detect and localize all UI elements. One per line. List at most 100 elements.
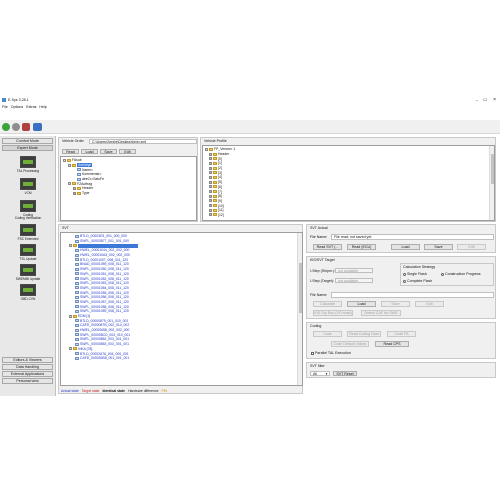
coding-label: Coding <box>310 324 322 328</box>
vo-edit-button[interactable]: Edit <box>119 149 136 154</box>
svt-label: SVT <box>62 226 69 230</box>
code-fa-button[interactable]: Code FA <box>387 331 416 337</box>
vo-read-button[interactable]: Read <box>62 149 79 154</box>
vehicle-profile-scroll-thumb[interactable] <box>490 154 494 184</box>
svt-tree[interactable]: BTLD_00003D3_001_000_000 SWFL_00003877_00… <box>60 232 303 386</box>
expand-icon[interactable]: + <box>209 199 212 203</box>
kis-dry-run-button[interactable]: KIS Dry Run (VO must) <box>313 310 353 316</box>
collapse-icon[interactable]: - <box>68 163 71 167</box>
expand-icon[interactable]: + <box>73 186 76 190</box>
expand-icon[interactable]: + <box>209 180 212 184</box>
expand-icon[interactable]: + <box>209 152 212 156</box>
expand-icon[interactable]: + <box>209 204 212 208</box>
tree-node[interactable]: + Type <box>63 191 194 196</box>
read-coding-data-button[interactable]: Read Coding Data <box>347 331 381 337</box>
folder-icon <box>209 147 213 151</box>
menu-file[interactable]: File <box>2 105 8 109</box>
svt-filter-select[interactable]: All ▼ <box>310 371 330 376</box>
vo-load-button[interactable]: Load <box>81 149 98 154</box>
kis-edit-button[interactable]: Edit <box>415 301 444 307</box>
legend-hardware-difference: Hardware difference <box>128 388 159 393</box>
code-default-values-button[interactable]: Code Default Values <box>331 341 369 347</box>
calculation-strategy-label: Calculation Strategy <box>403 265 436 269</box>
kis-save-button[interactable]: Save <box>381 301 410 307</box>
parallel-tal-execution[interactable]: Parallel TAL Execution <box>311 351 351 355</box>
expand-icon[interactable]: + <box>209 161 212 165</box>
expand-icon[interactable]: + <box>209 185 212 189</box>
vehicle-profile-tree[interactable]: - FP_Version: 1 + Header + [0] + [1] + [2] + [3] + [4… <box>202 145 495 221</box>
vehicle-order-path-field[interactable]: C:\Users\Xenfot\Desktop\bmh.xml <box>89 139 197 144</box>
vcm-icon <box>20 178 36 190</box>
parallel-tal-checkbox[interactable] <box>311 351 314 355</box>
svt-actual-edit-button[interactable]: Edit <box>457 244 486 250</box>
expand-icon[interactable]: + <box>209 213 212 217</box>
kis-file-name-field[interactable] <box>331 292 494 298</box>
collapse-icon[interactable]: - <box>69 347 72 351</box>
menu-extras[interactable]: Extras <box>26 105 36 109</box>
disconnect-icon[interactable] <box>12 123 20 131</box>
comfort-mode-button[interactable]: Comfort Mode <box>2 138 53 144</box>
collapse-icon[interactable]: - <box>69 314 72 318</box>
personal-view-button[interactable]: Personal view <box>2 378 53 384</box>
svt-actual-file-name-field[interactable]: File read; not saved yet. <box>331 234 494 240</box>
tool-swemmi-update[interactable]: SWEMMI Update <box>6 264 50 281</box>
info-icon[interactable] <box>33 123 42 131</box>
strategy-single-flash[interactable]: Single Flash <box>403 272 427 276</box>
menu-options[interactable]: Options <box>11 105 23 109</box>
svt-actual-load-button[interactable]: Load <box>391 244 420 250</box>
detect-caf-button[interactable]: Detect CAF for SWE <box>361 310 401 316</box>
vehicle-order-tree[interactable]: - FAsub - Xnexeye Name= Kommentar= abeCr=SaluF… <box>60 156 197 221</box>
vo-save-button[interactable]: Save <box>100 149 117 154</box>
minimize-button[interactable]: – <box>476 97 478 102</box>
collapse-icon[interactable]: - <box>69 244 72 248</box>
expand-icon[interactable]: + <box>209 171 212 175</box>
expand-icon[interactable]: + <box>209 190 212 194</box>
expand-icon[interactable]: + <box>209 157 212 161</box>
external-applications-button[interactable]: External Applications <box>2 371 53 377</box>
close-button[interactable]: × <box>493 97 496 103</box>
read-ecu-button[interactable]: Read (ECU) <box>347 244 376 250</box>
svt-reset-button[interactable]: SVT Reset <box>333 371 357 376</box>
construction-progress-radio[interactable] <box>441 272 444 276</box>
kis-load-button[interactable]: Load <box>347 301 376 307</box>
expert-mode-button[interactable]: Expert Mode <box>2 145 53 151</box>
code-button[interactable]: Code <box>313 331 342 337</box>
collapse-icon[interactable]: - <box>63 158 66 162</box>
svt-scroll-thumb[interactable] <box>298 263 302 313</box>
tool-vcm[interactable]: VCM <box>6 178 50 195</box>
tool-fsc-extended[interactable]: FSC Extended <box>6 224 50 241</box>
tool-tal-processing[interactable]: TAL Processing <box>6 156 50 173</box>
menu-bar: File Options Extras Help <box>0 104 500 109</box>
expand-icon[interactable]: + <box>73 191 76 195</box>
connect-icon[interactable] <box>2 123 10 131</box>
tool-tsl-update[interactable]: TSL Update <box>6 244 50 261</box>
maximize-button[interactable]: ☐ <box>483 97 487 102</box>
collapse-icon[interactable]: - <box>68 182 71 186</box>
document-icon <box>75 337 79 341</box>
tool-coding[interactable]: Coding <box>6 200 50 217</box>
calculate-button[interactable]: Calculate <box>313 301 342 307</box>
complete-flash-radio[interactable] <box>403 279 406 283</box>
read-cps-button[interactable]: Read CPS <box>375 341 409 347</box>
chevron-down-icon: ▼ <box>325 371 328 376</box>
profile-node[interactable]: + [12] <box>205 213 492 218</box>
svt-scrollbar[interactable] <box>297 233 302 385</box>
tool-coding-verification[interactable]: Coding Verification <box>6 216 50 220</box>
strategy-complete-flash[interactable]: Complete Flash <box>403 279 432 283</box>
svt-actual-save-button[interactable]: Save <box>424 244 453 250</box>
expand-icon[interactable]: + <box>209 175 212 179</box>
settings-icon[interactable] <box>22 123 30 131</box>
single-flash-radio[interactable] <box>403 272 406 276</box>
data-handling-button[interactable]: Data Handling <box>2 364 53 370</box>
vehicle-profile-scrollbar[interactable] <box>489 146 494 220</box>
collapse-icon[interactable]: - <box>205 147 208 151</box>
tool-obd-cvn[interactable]: OBD-CVN <box>6 284 50 301</box>
svt-node[interactable]: CAFD_000032B8_001_001_001 <box>63 356 300 361</box>
menu-help[interactable]: Help <box>39 105 46 109</box>
editors-viewers-button[interactable]: Editors & Viewers <box>2 357 53 363</box>
expand-icon[interactable]: + <box>209 194 212 198</box>
expand-icon[interactable]: + <box>209 208 212 212</box>
read-svt-button[interactable]: Read SVT (... <box>313 244 342 250</box>
strategy-construction-progress[interactable]: Construction Progress <box>441 272 481 276</box>
expand-icon[interactable]: + <box>209 166 212 170</box>
